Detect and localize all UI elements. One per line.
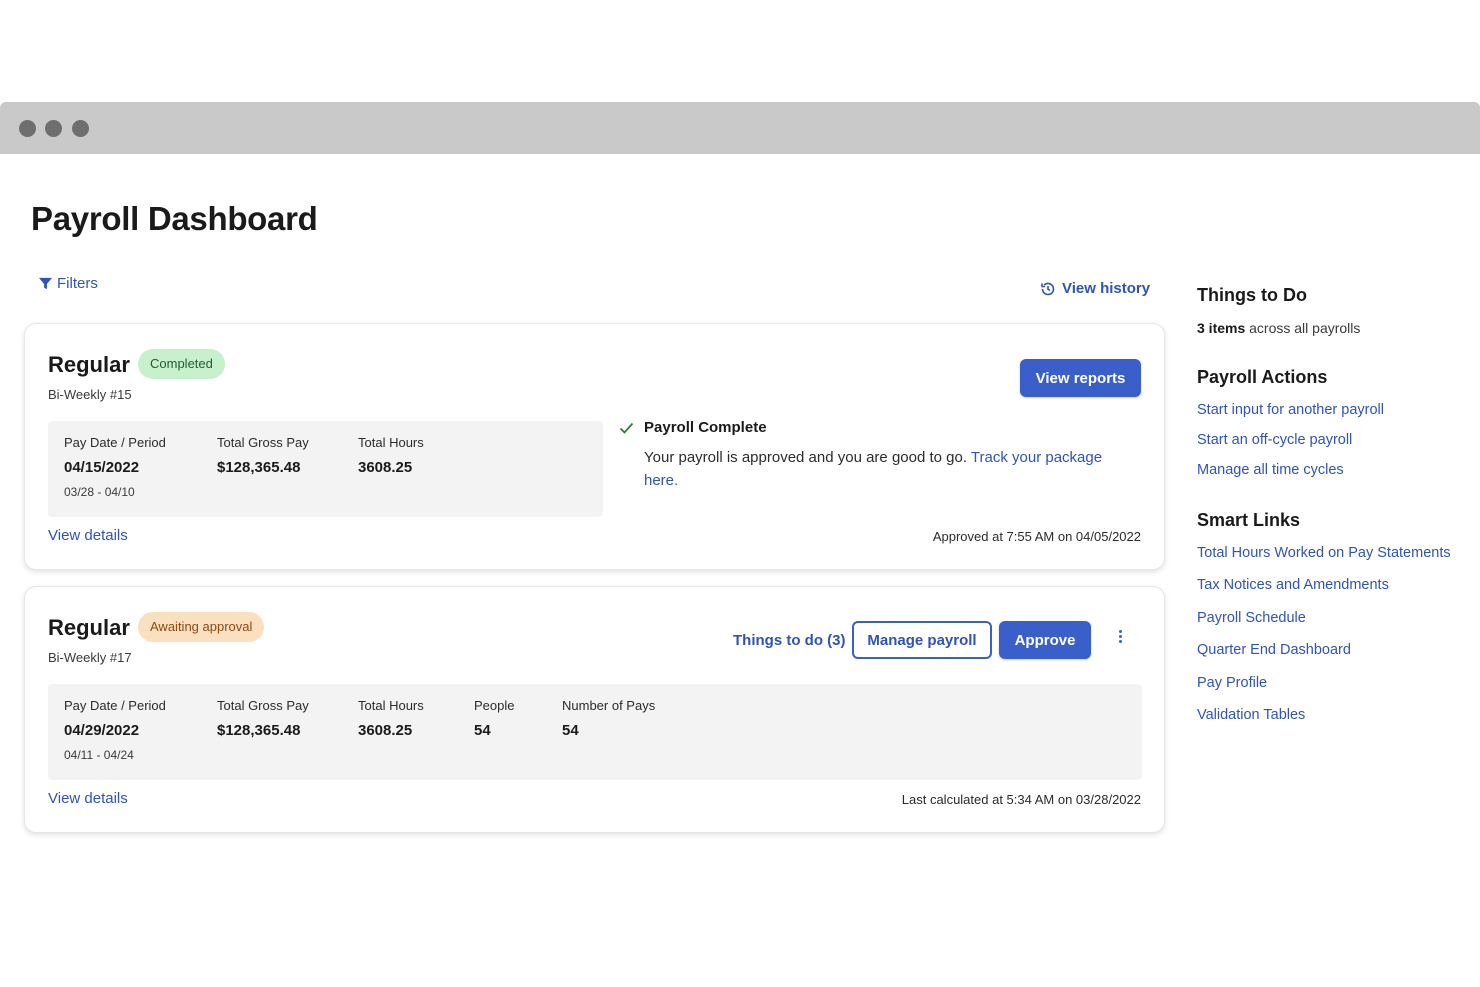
- complete-body: Your payroll is approved and you are goo…: [644, 449, 971, 466]
- smart-link-pay-profile[interactable]: Pay Profile: [1197, 675, 1267, 691]
- payroll-complete-message: Payroll Complete Your payroll is approve…: [619, 419, 1129, 492]
- stat-people: People 54: [474, 698, 514, 739]
- stat-value: 3608.25: [358, 459, 413, 476]
- things-to-do-heading: Things to Do: [1197, 285, 1307, 305]
- status-badge: Awaiting approval: [138, 612, 265, 642]
- stat-period: 03/28 - 04/10: [64, 485, 135, 499]
- payroll-actions-heading: Payroll Actions: [1197, 367, 1328, 387]
- manage-payroll-button[interactable]: Manage payroll: [852, 621, 992, 659]
- last-calculated-timestamp: Last calculated at 5:34 AM on 03/28/2022: [901, 792, 1141, 807]
- stat-total-hours: Total Hours 3608.25: [358, 435, 424, 476]
- view-details-link[interactable]: View details: [48, 527, 128, 544]
- stat-gross-pay: Total Gross Pay $128,365.48: [217, 698, 309, 739]
- payroll-card-awaiting: Regular Awaiting approval Bi-Weekly #17 …: [24, 586, 1165, 833]
- stat-pay-date: Pay Date / Period 04/15/2022 03/28 - 04/…: [64, 435, 166, 499]
- filters-label: Filters: [57, 275, 98, 292]
- view-history-label: View history: [1062, 280, 1151, 297]
- smart-link-tax-notices[interactable]: Tax Notices and Amendments: [1197, 577, 1389, 593]
- stat-value: 04/29/2022: [64, 722, 140, 739]
- things-to-do-link[interactable]: Things to do (3): [733, 632, 845, 649]
- complete-title: Payroll Complete: [619, 419, 1129, 436]
- payroll-title: Regular: [48, 615, 130, 640]
- view-history-button[interactable]: View history: [1040, 280, 1150, 297]
- stat-label: Total Gross Pay: [217, 698, 309, 713]
- todo-suffix: across all payrolls: [1245, 320, 1361, 336]
- checkmark-icon: [619, 422, 634, 434]
- stat-period: 04/11 - 04/24: [64, 748, 134, 762]
- stat-label: Pay Date / Period: [64, 698, 166, 713]
- stat-label: Total Hours: [358, 435, 424, 450]
- payroll-schedule: Bi-Weekly #15: [48, 387, 132, 402]
- view-reports-button[interactable]: View reports: [1020, 359, 1141, 397]
- stat-value: 04/15/2022: [64, 459, 140, 476]
- smart-link-payroll-schedule[interactable]: Payroll Schedule: [1197, 610, 1306, 626]
- stat-label: Number of Pays: [562, 698, 656, 713]
- approve-button[interactable]: Approve: [999, 621, 1091, 659]
- stat-value: $128,365.48: [217, 722, 301, 739]
- smart-link-validation-tables[interactable]: Validation Tables: [1197, 707, 1305, 723]
- window-close-dot[interactable]: [19, 120, 36, 137]
- payroll-card-completed: Regular Completed Bi-Weekly #15 View rep…: [24, 323, 1165, 570]
- window-minimize-dot[interactable]: [45, 120, 62, 137]
- payroll-stats: Pay Date / Period 04/29/2022 04/11 - 04/…: [48, 684, 1142, 780]
- stat-label: People: [474, 698, 515, 713]
- complete-text: Your payroll is approved and you are goo…: [644, 446, 1129, 492]
- smart-links-heading: Smart Links: [1197, 510, 1301, 530]
- smart-link-total-hours[interactable]: Total Hours Worked on Pay Statements: [1197, 545, 1451, 561]
- action-manage-time-cycles[interactable]: Manage all time cycles: [1197, 462, 1344, 478]
- action-start-input[interactable]: Start input for another payroll: [1197, 402, 1384, 418]
- stat-label: Total Hours: [358, 698, 424, 713]
- filters-button[interactable]: Filters: [38, 275, 98, 292]
- status-badge: Completed: [138, 349, 225, 379]
- stat-value: 54: [562, 722, 579, 739]
- history-icon: [1041, 282, 1055, 295]
- complete-title-text: Payroll Complete: [644, 419, 767, 436]
- payroll-schedule: Bi-Weekly #17: [48, 650, 132, 665]
- payroll-title: Regular: [48, 352, 130, 377]
- stat-gross-pay: Total Gross Pay $128,365.48: [217, 435, 309, 476]
- smart-link-quarter-end[interactable]: Quarter End Dashboard: [1197, 642, 1351, 658]
- action-off-cycle[interactable]: Start an off-cycle payroll: [1197, 432, 1352, 448]
- stat-value: 54: [474, 722, 491, 739]
- window-maximize-dot[interactable]: [72, 120, 89, 137]
- app-window: Payroll Dashboard Filters View history R…: [0, 102, 1480, 885]
- stat-number-of-pays: Number of Pays 54: [562, 698, 655, 739]
- things-to-do-summary: 3 items across all payrolls: [1197, 320, 1360, 336]
- payroll-stats: Pay Date / Period 04/15/2022 03/28 - 04/…: [48, 421, 603, 517]
- stat-total-hours: Total Hours 3608.25: [358, 698, 424, 739]
- stat-label: Total Gross Pay: [217, 435, 309, 450]
- stat-value: 3608.25: [358, 722, 413, 739]
- filter-icon: [38, 277, 53, 290]
- todo-count: 3 items: [1197, 320, 1246, 336]
- window-titlebar: [0, 102, 1480, 154]
- view-details-link[interactable]: View details: [48, 790, 128, 807]
- more-options-icon[interactable]: [1113, 630, 1127, 650]
- page-title: Payroll Dashboard: [31, 200, 318, 237]
- stat-pay-date: Pay Date / Period 04/29/2022 04/11 - 04/…: [64, 698, 166, 762]
- approved-timestamp: Approved at 7:55 AM on 04/05/2022: [932, 529, 1141, 544]
- stat-label: Pay Date / Period: [64, 435, 166, 450]
- stat-value: $128,365.48: [217, 459, 301, 476]
